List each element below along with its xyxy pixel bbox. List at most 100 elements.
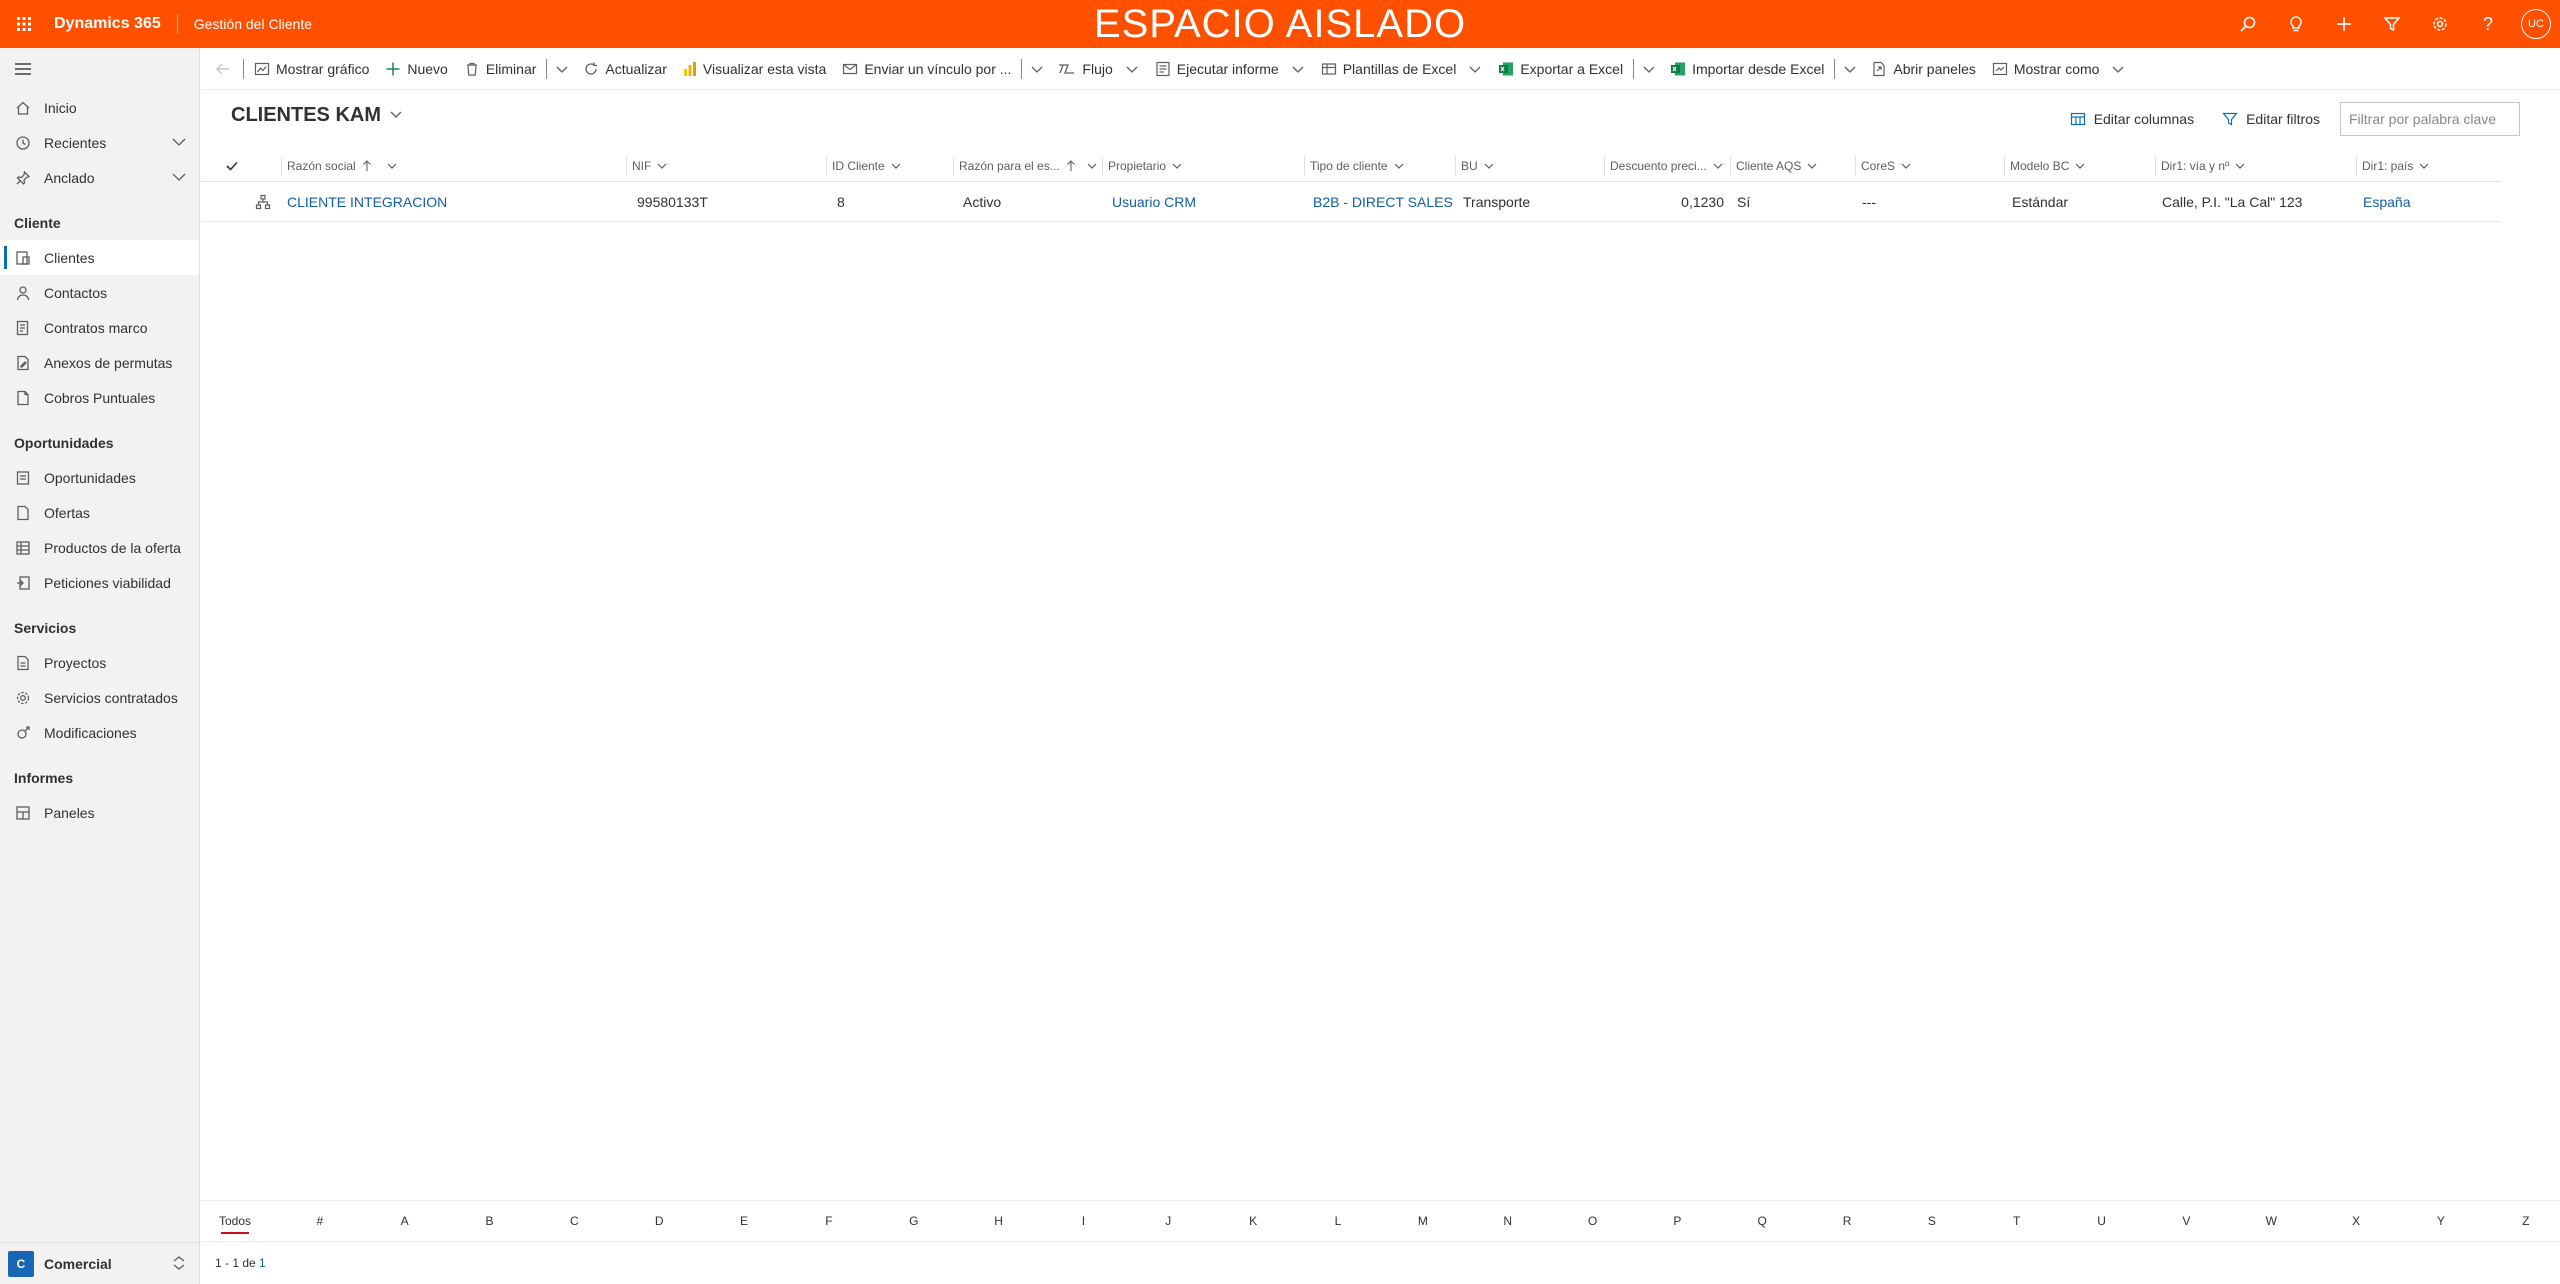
chevron-down-icon[interactable] bbox=[1024, 48, 1050, 90]
jump-letter[interactable]: Z bbox=[2506, 1214, 2546, 1228]
sidebar-item-oportunidades[interactable]: Oportunidades bbox=[0, 460, 199, 495]
sidebar-item-anclado[interactable]: Anclado bbox=[0, 160, 199, 195]
back-button[interactable] bbox=[205, 48, 241, 90]
column-header-cliente-aqs[interactable]: Cliente AQS bbox=[1730, 150, 1855, 181]
new-button[interactable]: Nuevo bbox=[377, 48, 455, 90]
jump-letter[interactable]: R bbox=[1827, 1214, 1867, 1228]
jump-letter[interactable]: V bbox=[2166, 1214, 2206, 1228]
sidebar-item-paneles[interactable]: Paneles bbox=[0, 795, 199, 830]
jump-letter[interactable]: U bbox=[2082, 1214, 2122, 1228]
chevron-down-icon[interactable] bbox=[171, 134, 187, 153]
flow-button[interactable]: Flujo bbox=[1050, 48, 1146, 90]
search-icon[interactable] bbox=[2224, 0, 2272, 48]
filter-icon[interactable] bbox=[2368, 0, 2416, 48]
refresh-button[interactable]: Actualizar bbox=[575, 48, 674, 90]
sidebar-item-contactos[interactable]: Contactos bbox=[0, 275, 199, 310]
edit-columns-button[interactable]: Editar columnas bbox=[2070, 111, 2194, 127]
sidebar-item-peticiones-viabilidad[interactable]: Peticiones viabilidad bbox=[0, 565, 199, 600]
jump-letter[interactable]: M bbox=[1403, 1214, 1443, 1228]
jump-letter[interactable]: A bbox=[385, 1214, 425, 1228]
plus-icon[interactable] bbox=[2320, 0, 2368, 48]
jump-letter[interactable]: F bbox=[809, 1214, 849, 1228]
show-as-button[interactable]: Mostrar como bbox=[1984, 48, 2134, 90]
jump-letter[interactable]: Y bbox=[2421, 1214, 2461, 1228]
sidebar-item-modificaciones[interactable]: Modificaciones bbox=[0, 715, 199, 750]
jump-letter[interactable]: B bbox=[470, 1214, 510, 1228]
send-link-button[interactable]: Enviar un vínculo por ... bbox=[834, 48, 1019, 90]
sidebar-item-recientes[interactable]: Recientes bbox=[0, 125, 199, 160]
area-switcher[interactable]: C Comercial bbox=[0, 1242, 200, 1284]
jump-letter[interactable]: D bbox=[639, 1214, 679, 1228]
jump-letter[interactable]: S bbox=[1912, 1214, 1952, 1228]
edit-filters-button[interactable]: Editar filtros bbox=[2222, 111, 2320, 127]
cell-razon-social[interactable]: CLIENTE INTEGRACION bbox=[281, 182, 626, 221]
jump-letter[interactable]: K bbox=[1233, 1214, 1273, 1228]
sidebar-item-contratos-marco[interactable]: Contratos marco bbox=[0, 310, 199, 345]
cell-dir1-pais[interactable]: España bbox=[2357, 182, 2506, 221]
sidebar-item-clientes[interactable]: Clientes bbox=[0, 240, 199, 275]
app-name[interactable]: Dynamics 365 bbox=[54, 14, 178, 34]
sidebar-item-ofertas[interactable]: Ofertas bbox=[0, 495, 199, 530]
export-excel-button[interactable]: Exportar a Excel bbox=[1490, 48, 1631, 90]
hierarchy-icon[interactable] bbox=[249, 182, 281, 221]
table-row[interactable]: CLIENTE INTEGRACION 99580133T 8 Activo U… bbox=[201, 182, 2501, 222]
column-header-razon-estado[interactable]: Razón para el es... bbox=[953, 150, 1102, 181]
jump-letter[interactable]: C bbox=[554, 1214, 594, 1228]
app-launcher-icon[interactable] bbox=[0, 0, 48, 48]
cell-propietario[interactable]: Usuario CRM bbox=[1106, 182, 1304, 221]
column-header-descuento[interactable]: Descuento preci... bbox=[1604, 150, 1730, 181]
open-dashboards-button[interactable]: Abrir paneles bbox=[1863, 48, 1984, 90]
jump-letter[interactable]: N bbox=[1488, 1214, 1528, 1228]
jump-letter[interactable]: L bbox=[1318, 1214, 1358, 1228]
lightbulb-icon[interactable] bbox=[2272, 0, 2320, 48]
view-selector[interactable]: CLIENTES KAM bbox=[231, 104, 403, 127]
import-excel-button[interactable]: Importar desde Excel bbox=[1662, 48, 1832, 90]
column-header-propietario[interactable]: Propietario bbox=[1102, 150, 1304, 181]
column-header-id-cliente[interactable]: ID Cliente bbox=[826, 150, 953, 181]
column-header-dir1-pais[interactable]: Dir1: país bbox=[2356, 150, 2506, 181]
select-all-checkbox[interactable] bbox=[225, 150, 253, 181]
sidebar-item-servicios-contratados[interactable]: Servicios contratados bbox=[0, 680, 199, 715]
help-icon[interactable]: ? bbox=[2464, 0, 2512, 48]
excel-templates-button[interactable]: Plantillas de Excel bbox=[1313, 48, 1491, 90]
jump-letter[interactable]: H bbox=[979, 1214, 1019, 1228]
jump-letter-all[interactable]: Todos bbox=[215, 1214, 255, 1234]
sidebar-item-productos-oferta[interactable]: Productos de la oferta bbox=[0, 530, 199, 565]
delete-button[interactable]: Eliminar bbox=[456, 48, 545, 90]
jump-letter[interactable]: G bbox=[894, 1214, 934, 1228]
column-header-tipo-cliente[interactable]: Tipo de cliente bbox=[1304, 150, 1455, 181]
jump-letter[interactable]: T bbox=[1997, 1214, 2037, 1228]
chevron-down-icon[interactable] bbox=[171, 169, 187, 188]
chevron-down-icon[interactable] bbox=[1636, 48, 1662, 90]
jump-letter[interactable]: J bbox=[1148, 1214, 1188, 1228]
jump-letter[interactable]: I bbox=[1063, 1214, 1103, 1228]
column-header-cores[interactable]: CoreS bbox=[1855, 150, 2004, 181]
chevron-down-icon[interactable] bbox=[549, 48, 575, 90]
jump-letter[interactable]: O bbox=[1573, 1214, 1613, 1228]
jump-letter[interactable]: # bbox=[300, 1214, 340, 1228]
keyword-filter-input[interactable] bbox=[2340, 102, 2520, 136]
column-header-dir1-via[interactable]: Dir1: vía y nº bbox=[2155, 150, 2356, 181]
column-header-modelo-bc[interactable]: Modelo BC bbox=[2004, 150, 2155, 181]
sidebar-item-proyectos[interactable]: Proyectos bbox=[0, 645, 199, 680]
sidebar-item-anexos-permutas[interactable]: Anexos de permutas bbox=[0, 345, 199, 380]
column-header-bu[interactable]: BU bbox=[1455, 150, 1604, 181]
jump-letter[interactable]: W bbox=[2251, 1214, 2291, 1228]
user-avatar[interactable]: UC bbox=[2512, 0, 2560, 48]
show-chart-button[interactable]: Mostrar gráfico bbox=[246, 48, 377, 90]
jump-letter[interactable]: E bbox=[724, 1214, 764, 1228]
column-header-nif[interactable]: NIF bbox=[626, 150, 826, 181]
jump-letter[interactable]: Q bbox=[1742, 1214, 1782, 1228]
hamburger-menu-icon[interactable] bbox=[0, 48, 199, 90]
gear-icon[interactable] bbox=[2416, 0, 2464, 48]
cell-tipo-cliente[interactable]: B2B - DIRECT SALES bbox=[1307, 182, 1455, 221]
sidebar-item-inicio[interactable]: Inicio bbox=[0, 90, 199, 125]
chevron-down-icon[interactable] bbox=[1837, 48, 1863, 90]
jump-letter[interactable]: P bbox=[1657, 1214, 1697, 1228]
column-header-razon-social[interactable]: Razón social bbox=[281, 150, 626, 181]
run-report-button[interactable]: Ejecutar informe bbox=[1147, 48, 1313, 90]
jump-letter[interactable]: X bbox=[2336, 1214, 2376, 1228]
visualize-view-button[interactable]: Visualizar esta vista bbox=[675, 48, 834, 90]
module-name[interactable]: Gestión del Cliente bbox=[194, 16, 312, 32]
sidebar-item-cobros-puntuales[interactable]: Cobros Puntuales bbox=[0, 380, 199, 415]
